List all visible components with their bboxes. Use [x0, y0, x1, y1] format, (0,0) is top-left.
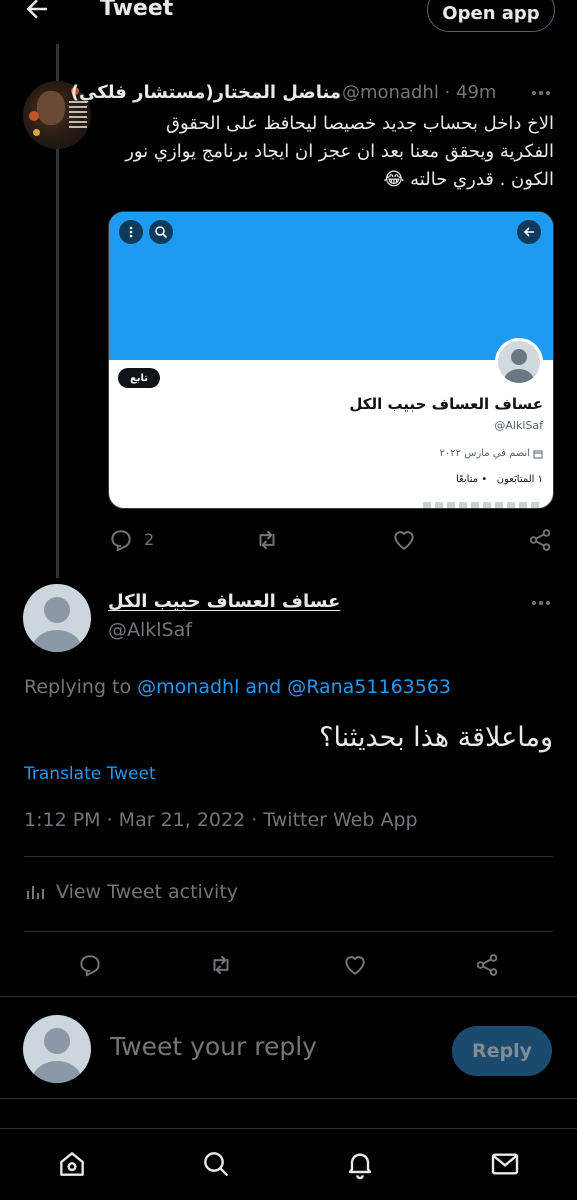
avatar — [23, 1015, 91, 1083]
reply-count: 2 — [144, 530, 155, 549]
reply-icon — [111, 530, 131, 552]
followers-count: • متابعًا — [455, 474, 488, 485]
divider — [24, 856, 553, 857]
home-icon — [60, 1152, 84, 1176]
arrow-left-icon — [517, 220, 541, 244]
faded-text — [423, 502, 543, 508]
author-meta: @monadhl · 49m — [342, 82, 496, 103]
following-count: ١ المتابَعون — [496, 474, 543, 485]
divider — [24, 931, 553, 932]
arrow-left-icon — [26, 0, 47, 19]
like-button[interactable] — [342, 952, 368, 978]
view-activity-label: View Tweet activity — [56, 881, 239, 903]
tweet-image[interactable]: تابع عساف العساف حبيب الكل @AlklSaf انضم… — [108, 211, 554, 509]
calendar-icon — [533, 450, 543, 458]
avatar — [495, 338, 543, 386]
tweet-text: الاخ داخل بحساب جديد خصيصا ليحافظ على ال… — [125, 113, 554, 190]
nav-search[interactable] — [200, 1148, 232, 1180]
mail-icon — [491, 1153, 519, 1175]
divider — [0, 996, 577, 997]
more-horizontal-icon — [532, 601, 550, 605]
time-ago: · 49m — [438, 82, 497, 103]
more-vertical-icon — [119, 220, 143, 244]
retweet-button[interactable] — [254, 527, 280, 553]
translate-link[interactable]: Translate Tweet — [24, 764, 156, 784]
tweet-text: وماعلاقة هذا بحديثنا؟ — [319, 722, 553, 753]
nav-notifications[interactable] — [344, 1148, 376, 1180]
replying-to-and: and — [239, 676, 288, 698]
reply-submit-button[interactable]: Reply — [452, 1026, 552, 1076]
analytics-icon — [27, 886, 44, 899]
search-icon — [149, 220, 173, 244]
share-icon — [529, 529, 551, 551]
more-options-button[interactable] — [529, 593, 553, 613]
nav-messages[interactable] — [489, 1148, 521, 1180]
search-icon — [204, 1152, 228, 1176]
nav-home[interactable] — [56, 1148, 88, 1180]
heart-icon — [394, 531, 414, 550]
back-button[interactable] — [22, 0, 52, 24]
divider — [0, 1098, 577, 1099]
view-activity-button[interactable]: View Tweet activity — [24, 881, 238, 903]
mention-link[interactable]: @monadhl — [137, 676, 239, 698]
avatar[interactable] — [23, 584, 91, 652]
joined-text: انضم في مارس ٢٠٢٢ — [439, 448, 530, 459]
retweet-icon — [259, 530, 275, 550]
profile-follow-counts: ١ المتابَعون • متابعًا — [456, 474, 543, 485]
author-name[interactable]: عساف العساف حبيب الكل — [108, 591, 340, 612]
reply-icon — [80, 955, 100, 977]
retweet-icon — [213, 955, 229, 975]
reply-button[interactable] — [77, 952, 103, 978]
profile-joined: انضم في مارس ٢٠٢٢ — [440, 448, 543, 459]
share-icon — [476, 954, 498, 976]
bell-icon — [348, 1153, 372, 1180]
mention-link[interactable]: @Rana51163563 — [287, 676, 451, 698]
page-title: Tweet — [100, 0, 174, 21]
share-button[interactable] — [527, 527, 553, 553]
author-name[interactable]: مناضل المختار(مستشار فلكي) — [71, 82, 341, 103]
bottom-nav-divider — [0, 1128, 577, 1129]
author-handle[interactable]: @AlklSaf — [108, 619, 192, 641]
reply-input[interactable] — [110, 1032, 430, 1061]
profile-handle: @AlklSaf — [494, 419, 543, 432]
follow-button: تابع — [118, 368, 160, 388]
profile-banner — [109, 212, 553, 360]
like-button[interactable] — [391, 527, 417, 553]
reply-button[interactable] — [108, 527, 134, 553]
retweet-button[interactable] — [208, 952, 234, 978]
heart-icon — [345, 956, 365, 975]
share-button[interactable] — [474, 952, 500, 978]
author-handle[interactable]: @monadhl — [342, 82, 439, 103]
more-options-button[interactable] — [529, 83, 553, 103]
replying-to-label: Replying to — [24, 676, 138, 698]
more-horizontal-icon — [532, 91, 550, 95]
tweet-timestamp: 1:12 PM · Mar 21, 2022 · Twitter Web App — [24, 809, 418, 831]
open-app-button[interactable]: Open app — [427, 0, 555, 32]
replying-to: Replying to @monadhl and @Rana51163563 — [24, 676, 451, 698]
profile-name: عساف العساف حبيب الكل — [349, 395, 543, 413]
